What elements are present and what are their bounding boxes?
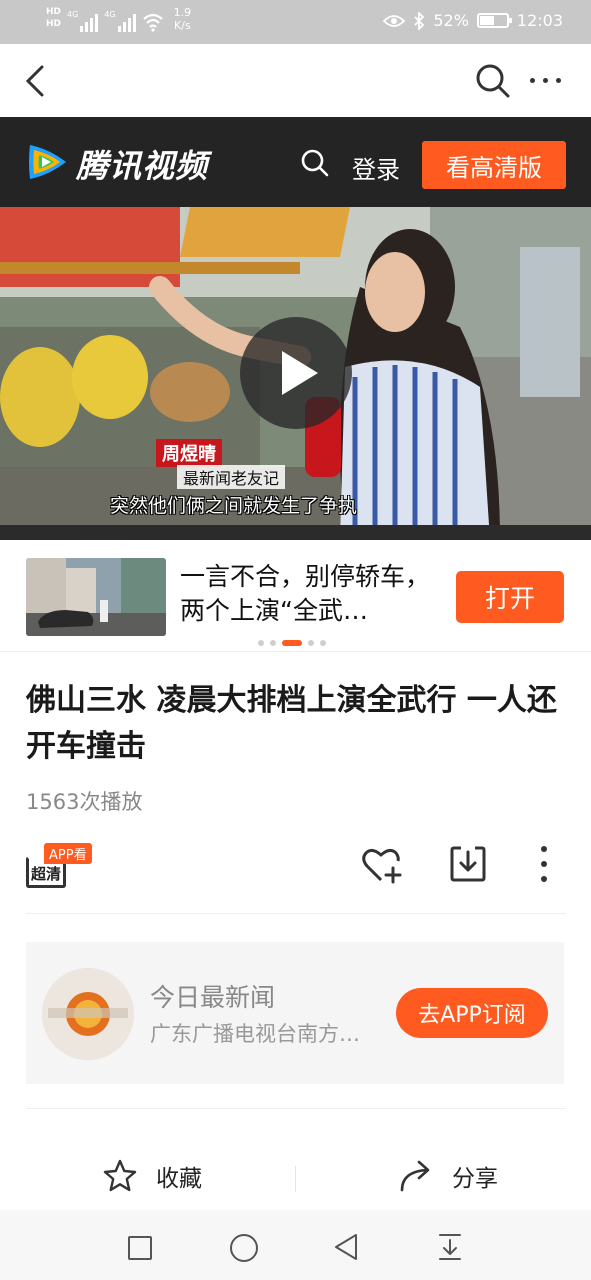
share-arrow-icon — [400, 1160, 430, 1192]
quality-label: 超清 — [30, 865, 61, 883]
channel-avatar[interactable] — [42, 968, 134, 1060]
hd-label-2: HD — [46, 19, 62, 29]
tencent-video-logo-icon[interactable] — [24, 139, 70, 185]
bluetooth-icon — [414, 11, 425, 30]
net-speed: 1.9 K/s — [174, 6, 192, 32]
download-icon[interactable] — [450, 846, 486, 882]
carousel-indicator — [258, 640, 326, 646]
search-icon[interactable] — [474, 62, 512, 100]
share-label: 分享 — [452, 1166, 498, 1192]
channel-subtitle: 广东广播电视台南方… — [150, 1022, 360, 1046]
divider — [26, 1108, 566, 1109]
hd-label-1: HD — [46, 7, 62, 17]
eye-icon — [383, 14, 406, 27]
net-speed-unit: K/s — [174, 19, 191, 32]
share-button[interactable]: 分享 — [398, 1158, 498, 1194]
play-button[interactable] — [240, 317, 352, 429]
status-right: 52% 12:03 — [383, 11, 563, 30]
hd-version-button[interactable]: 看高清版 — [422, 141, 566, 189]
subscribe-in-app-button[interactable]: 去APP订阅 — [396, 988, 548, 1038]
status-bar: HD HD 4G 4G 1.9 K/s 52% 12:03 — [0, 0, 591, 44]
wifi-icon — [142, 13, 163, 32]
more-options-icon[interactable] — [530, 74, 570, 86]
channel-card[interactable]: 今日最新闻 广东广播电视台南方… 去APP订阅 — [26, 942, 564, 1084]
caption-reporter-name: 周煜晴 — [156, 439, 222, 467]
video-player[interactable]: 周煜晴 最新闻老友记 突然他们俩之间就发生了争执 — [0, 207, 591, 540]
open-app-button[interactable]: 打开 — [456, 571, 564, 623]
search-icon[interactable] — [300, 148, 330, 178]
video-title: 佛山三水 凌晨大排档上演全武行 一人还开车撞击 — [26, 683, 557, 764]
divider — [295, 1166, 296, 1192]
signal-icon-1: 4G — [67, 10, 99, 32]
carousel-dot-active — [282, 640, 302, 646]
channel-name[interactable]: 今日最新闻 — [150, 978, 275, 1014]
caption-subtitle: 突然他们俩之间就发生了争执 — [110, 495, 358, 517]
login-link[interactable]: 登录 — [352, 150, 400, 185]
bottom-action-bar: 收藏 分享 — [0, 1140, 591, 1210]
hd-indicator: HD HD — [46, 6, 61, 30]
clock: 12:03 — [516, 11, 563, 30]
home-icon[interactable] — [230, 1234, 258, 1262]
system-navigation-bar — [0, 1210, 591, 1280]
app-watch-badge: APP看 — [44, 843, 92, 864]
favorite-add-icon[interactable] — [361, 846, 403, 886]
carousel-dot — [308, 640, 314, 646]
collect-button[interactable]: 收藏 — [102, 1158, 202, 1194]
recent-apps-icon[interactable] — [128, 1236, 152, 1260]
recommendation-thumbnail[interactable] — [26, 558, 166, 636]
signal-label-1: 4G — [67, 10, 79, 19]
carousel-dot — [320, 640, 326, 646]
tencent-video-header: 腾讯视频 登录 看高清版 — [0, 117, 591, 207]
status-left: HD HD 4G 4G 1.9 K/s — [46, 6, 191, 32]
brand-name[interactable]: 腾讯视频 — [76, 141, 208, 187]
back-arrow-icon[interactable] — [22, 64, 52, 98]
star-icon — [103, 1159, 137, 1192]
play-count: 1563次播放 — [26, 790, 143, 814]
divider — [26, 913, 566, 914]
recommendation-card[interactable]: 一言不合，别停轿车，两个上演“全武… 打开 — [0, 540, 591, 652]
net-speed-value: 1.9 — [173, 6, 192, 19]
signal-label-2: 4G — [104, 10, 116, 19]
vertical-more-icon[interactable] — [540, 846, 548, 882]
browser-toolbar — [0, 44, 591, 117]
signal-icon-2: 4G — [104, 10, 136, 32]
battery-percent: 52% — [433, 11, 469, 30]
collect-label: 收藏 — [156, 1166, 202, 1192]
notification-pulldown-icon[interactable] — [436, 1232, 464, 1262]
recommendation-title[interactable]: 一言不合，别停轿车，两个上演“全武… — [180, 560, 440, 630]
caption-reporter-role: 最新闻老友记 — [177, 465, 286, 489]
carousel-dot — [270, 640, 276, 646]
battery-icon — [476, 13, 512, 28]
nav-back-icon[interactable] — [332, 1232, 360, 1262]
carousel-dot — [258, 640, 264, 646]
channel-logo-icon — [42, 968, 134, 1060]
